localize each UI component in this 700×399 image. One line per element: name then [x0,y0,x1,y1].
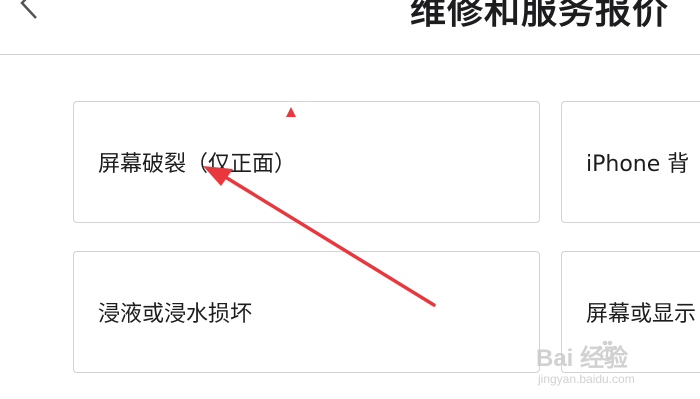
paw-icon [597,340,618,361]
option-label: 浸液或浸水损坏 [98,302,253,327]
option-label: 屏幕破裂（仅正面） [98,152,297,177]
option-card-iphone-back[interactable]: iPhone 背 [561,101,700,223]
watermark-url: jingyan.baidu.com [538,372,635,386]
back-button[interactable] [6,0,40,20]
option-card-screen-crack[interactable]: 屏幕破裂（仅正面） [73,101,540,223]
option-card-liquid-damage[interactable]: 浸液或浸水损坏 [73,251,540,373]
baidu-jingyan-watermark: Bai 经验 jingyan.baidu.com [536,336,696,396]
page-title: 维修和服务报价 [410,0,670,32]
page: 维修和服务报价 屏幕破裂（仅正面） iPhone 背 浸液或浸水损坏 屏幕或显示… [0,0,700,399]
header-divider [0,54,700,55]
option-label: iPhone 背 [586,152,690,177]
option-label: 屏幕或显示 [586,302,697,327]
chevron-left-icon [20,0,37,19]
